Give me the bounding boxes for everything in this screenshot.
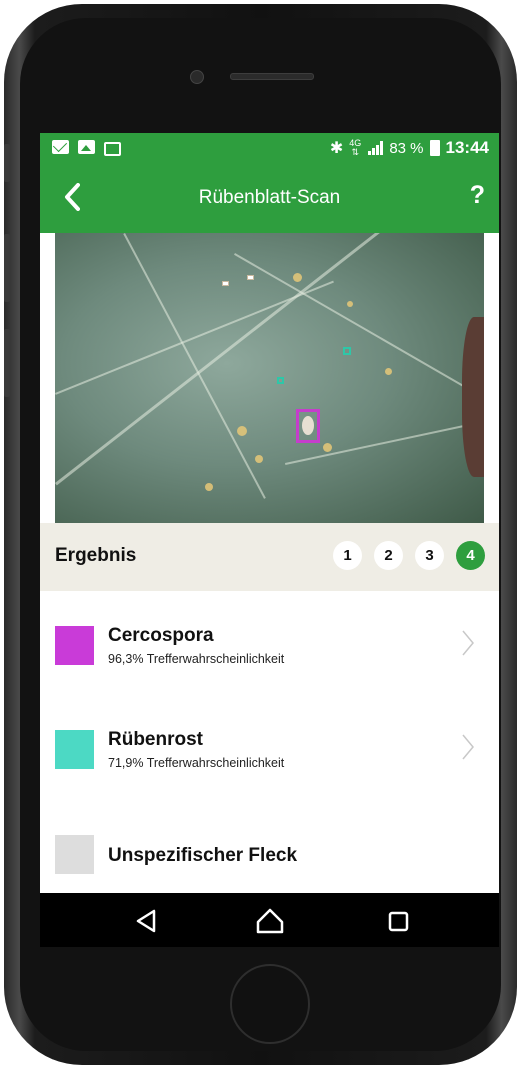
- front-camera: [190, 70, 204, 84]
- page-button-3[interactable]: 3: [415, 541, 444, 570]
- chevron-right-icon: [462, 734, 474, 760]
- result-header: Ergebnis 1 2 3 4: [40, 523, 499, 591]
- leaf-spot: [385, 368, 392, 375]
- battery-icon: [429, 140, 440, 156]
- color-swatch: [55, 626, 94, 665]
- android-nav-bar: [40, 893, 499, 947]
- bluetooth-icon: ✱: [329, 140, 344, 157]
- page-title: Rübenblatt-Scan: [198, 187, 341, 208]
- help-button[interactable]: ?: [470, 181, 485, 210]
- leaf-vein: [123, 233, 266, 499]
- page-button-1[interactable]: 1: [333, 541, 362, 570]
- result-item-cercospora[interactable]: Cercospora 96,3% Trefferwahrscheinlichke…: [40, 591, 499, 697]
- mail-icon: [52, 140, 69, 154]
- signal-icon: [367, 141, 384, 155]
- result-probability: 96,3% Trefferwahrscheinlichkeit: [108, 652, 285, 666]
- network-indicator: 4G ⇅: [349, 138, 362, 157]
- result-item-ruebenrost[interactable]: Rübenrost 71,9% Trefferwahrscheinlichkei…: [40, 696, 499, 802]
- leaf-spot: [205, 483, 213, 491]
- chevron-right-icon: [462, 630, 474, 656]
- earpiece-speaker: [230, 73, 314, 80]
- rust-detection-marker[interactable]: [343, 347, 351, 355]
- volume-up-button: [4, 234, 10, 302]
- leaf-spot: [255, 455, 263, 463]
- image-icon: [78, 140, 95, 154]
- result-name: Cercospora: [108, 625, 214, 646]
- detection-marker[interactable]: [247, 275, 254, 280]
- leaf-spot: [347, 301, 353, 307]
- cercospora-detection-marker[interactable]: [296, 409, 320, 443]
- rust-detection-marker[interactable]: [277, 377, 284, 384]
- nav-back-button[interactable]: [132, 906, 162, 936]
- detection-marker[interactable]: [222, 281, 229, 286]
- color-swatch: [55, 730, 94, 769]
- result-title: Ergebnis: [55, 545, 137, 566]
- app-screen: ✱ 4G ⇅ 83 % 13:44 Rübenblatt-Scan ? Erge…: [40, 133, 499, 947]
- mute-switch: [4, 144, 10, 182]
- leaf-spot: [237, 426, 247, 436]
- square-recents-icon: [388, 911, 409, 932]
- leaf-vein: [234, 253, 484, 415]
- status-bar: ✱ 4G ⇅ 83 % 13:44: [40, 133, 499, 163]
- triangle-back-icon: [136, 909, 156, 933]
- leaf-spot: [323, 443, 332, 452]
- leaf-scan-image[interactable]: [55, 233, 484, 523]
- result-probability: 71,9% Trefferwahrscheinlichkeit: [108, 756, 285, 770]
- result-name: Unspezifischer Fleck: [108, 845, 298, 866]
- nav-home-button[interactable]: [255, 906, 285, 936]
- result-item-unspezifisch[interactable]: Unspezifischer Fleck: [40, 801, 499, 906]
- home-outline-icon: [256, 908, 284, 934]
- leaf-vein: [55, 233, 388, 486]
- volume-down-button: [4, 329, 10, 397]
- soil-background: [462, 317, 484, 477]
- result-pager: 1 2 3 4: [333, 541, 485, 570]
- home-button[interactable]: [230, 964, 310, 1044]
- leaf-spot: [293, 273, 302, 282]
- open-mail-icon: [104, 142, 121, 156]
- app-bar: Rübenblatt-Scan ?: [40, 163, 499, 233]
- clock: 13:44: [445, 138, 489, 157]
- color-swatch: [55, 835, 94, 874]
- result-name: Rübenrost: [108, 729, 203, 750]
- battery-percent: 83 %: [389, 139, 424, 157]
- page-button-4[interactable]: 4: [456, 541, 485, 570]
- page-button-2[interactable]: 2: [374, 541, 403, 570]
- nav-recents-button[interactable]: [383, 906, 413, 936]
